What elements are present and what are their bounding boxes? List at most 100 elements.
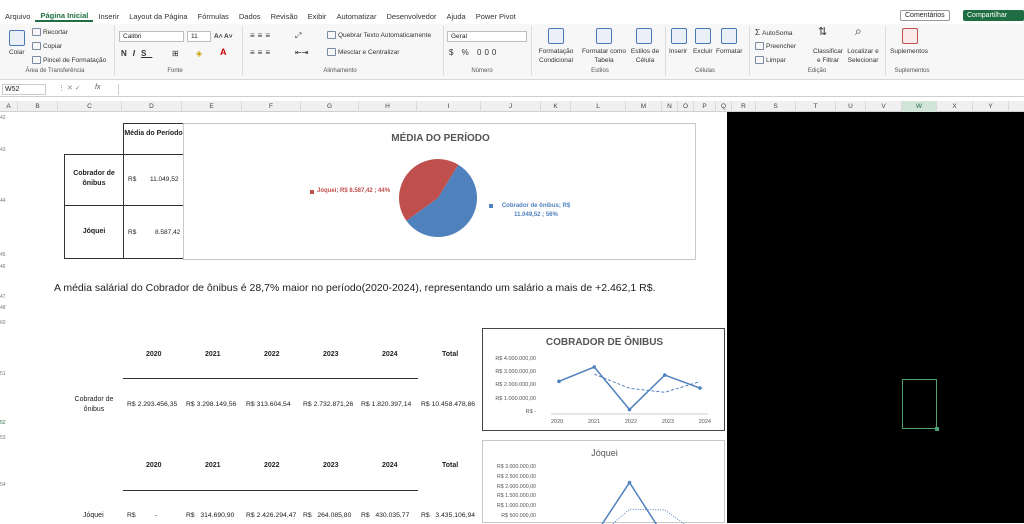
tab-layout[interactable]: Layout da Página bbox=[124, 12, 192, 21]
delete-cells-icon[interactable] bbox=[695, 28, 711, 44]
col-o[interactable]: O bbox=[678, 101, 694, 112]
format-cells-label[interactable]: Formatar bbox=[716, 47, 742, 56]
row-header[interactable]: 42 bbox=[0, 115, 9, 121]
pie-chart[interactable]: MÉDIA DO PERÍODO Jóquei; R$ 8.587,42 ; 4… bbox=[183, 123, 696, 260]
col-c[interactable]: C bbox=[58, 101, 122, 112]
format-cells-icon[interactable] bbox=[721, 28, 737, 44]
insert-cells-label[interactable]: Inserir bbox=[669, 47, 687, 56]
number-format-icons[interactable]: $ % 000 bbox=[449, 48, 499, 57]
col-m[interactable]: M bbox=[626, 101, 662, 112]
col-q[interactable]: Q bbox=[716, 101, 732, 112]
font-color-icon[interactable]: A bbox=[220, 48, 227, 57]
selected-cell-w52[interactable] bbox=[902, 379, 937, 429]
fill-button[interactable]: Preencher bbox=[755, 42, 796, 51]
addins-icon[interactable] bbox=[902, 28, 918, 44]
col-j[interactable]: J bbox=[481, 101, 541, 112]
font-name-select[interactable]: Calibri bbox=[119, 31, 184, 42]
formula-input[interactable] bbox=[118, 84, 1018, 95]
name-box[interactable]: W52 bbox=[2, 84, 46, 95]
col-v[interactable]: V bbox=[866, 101, 902, 112]
row-header[interactable]: 53 bbox=[0, 435, 9, 441]
tab-pagina-inicial[interactable]: Página Inicial bbox=[35, 11, 94, 22]
col-u[interactable]: U bbox=[836, 101, 866, 112]
number-format-select[interactable]: Geral bbox=[447, 31, 527, 42]
wrap-text-button[interactable]: Quebrar Texto Automaticamente bbox=[327, 31, 431, 40]
borders-icon[interactable]: ⊞ bbox=[172, 49, 179, 58]
line-chart-cobrador[interactable]: COBRADOR DE ÔNIBUS R$ 4.000.000,00 R$ 3.… bbox=[482, 328, 725, 431]
col-f[interactable]: F bbox=[242, 101, 301, 112]
col-e[interactable]: E bbox=[182, 101, 242, 112]
col-b[interactable]: B bbox=[18, 101, 58, 112]
row-header[interactable]: 48 bbox=[0, 305, 9, 311]
cancel-enter-icons[interactable]: ⋮ ✕ ✓ bbox=[58, 84, 81, 92]
row-header[interactable]: 46 bbox=[0, 264, 9, 270]
row-header[interactable]: 51 bbox=[0, 371, 9, 377]
paste-icon[interactable] bbox=[9, 30, 25, 46]
cell-styles-label[interactable]: Estilos de Célula bbox=[628, 47, 662, 65]
paste-label[interactable]: Colar bbox=[9, 48, 25, 57]
col-t[interactable]: T bbox=[796, 101, 836, 112]
col-p[interactable]: P bbox=[694, 101, 716, 112]
sort-filter-label[interactable]: Classificar e Filtrar bbox=[811, 47, 845, 65]
horizontal-align-icons[interactable]: ≡≡≡ bbox=[250, 48, 273, 57]
conditional-format-icon[interactable] bbox=[548, 28, 564, 44]
format-table-label[interactable]: Formatar como Tabela bbox=[580, 47, 628, 65]
find-select-icon[interactable]: ⌕ bbox=[855, 25, 862, 37]
row-header[interactable]: 47 bbox=[0, 294, 9, 300]
font-size-select[interactable]: 11 bbox=[187, 31, 211, 42]
line-chart-joquei[interactable]: Jóquei R$ 3.000.000,00 R$ 2.500.000,00 R… bbox=[482, 440, 725, 524]
col-i[interactable]: I bbox=[417, 101, 481, 112]
orientation-icon[interactable]: ⤢ bbox=[295, 31, 301, 40]
fill-handle[interactable] bbox=[935, 427, 939, 431]
tab-desenvolvedor[interactable]: Desenvolvedor bbox=[381, 12, 441, 21]
year-header: 2021 bbox=[205, 351, 221, 358]
vertical-align-icons[interactable]: ≡≡≡ bbox=[250, 31, 273, 40]
col-k[interactable]: K bbox=[541, 101, 571, 112]
tab-inserir[interactable]: Inserir bbox=[93, 12, 124, 21]
conditional-format-label[interactable]: Formatação Condicional bbox=[534, 47, 578, 65]
indent-icons[interactable]: ⇤⇥ bbox=[295, 48, 308, 57]
tab-exibir[interactable]: Exibir bbox=[303, 12, 332, 21]
col-h[interactable]: H bbox=[359, 101, 417, 112]
col-d[interactable]: D bbox=[122, 101, 182, 112]
format-painter-button[interactable]: Pincel de Formatação bbox=[32, 56, 106, 65]
col-g[interactable]: G bbox=[301, 101, 359, 112]
cut-button[interactable]: Recortar bbox=[32, 28, 68, 37]
merge-center-button[interactable]: Mesclar e Centralizar bbox=[327, 48, 399, 57]
autosum-button[interactable]: Σ AutoSoma bbox=[755, 28, 793, 38]
delete-cells-label[interactable]: Excluir bbox=[693, 47, 713, 56]
tab-automatizar[interactable]: Automatizar bbox=[331, 12, 381, 21]
sort-filter-icon[interactable]: ⇅ bbox=[818, 27, 827, 38]
col-y[interactable]: Y bbox=[973, 101, 1009, 112]
row-header[interactable]: 43 bbox=[0, 147, 9, 153]
row-header[interactable]: 44 bbox=[0, 198, 9, 204]
tab-power-pivot[interactable]: Power Pivot bbox=[471, 12, 521, 21]
tab-ajuda[interactable]: Ajuda bbox=[442, 12, 471, 21]
cell-styles-icon[interactable] bbox=[636, 28, 652, 44]
find-select-label[interactable]: Localizar e Selecionar bbox=[845, 47, 881, 65]
bold-italic-underline-buttons[interactable]: NIS bbox=[121, 49, 152, 58]
col-w[interactable]: W bbox=[902, 101, 937, 112]
col-x[interactable]: X bbox=[937, 101, 973, 112]
col-l[interactable]: L bbox=[571, 101, 626, 112]
copy-button[interactable]: Copiar bbox=[32, 42, 62, 51]
tab-dados[interactable]: Dados bbox=[234, 12, 266, 21]
fill-color-icon[interactable]: ◈ bbox=[196, 49, 202, 58]
font-grow-shrink-icon[interactable]: A˄ A˅ bbox=[214, 32, 233, 41]
row-header[interactable]: 60 bbox=[0, 320, 9, 326]
col-r[interactable]: R bbox=[732, 101, 756, 112]
row-header[interactable]: 52 bbox=[0, 420, 9, 426]
col-a[interactable]: A bbox=[0, 101, 18, 112]
insert-cells-icon[interactable] bbox=[671, 28, 687, 44]
format-table-icon[interactable] bbox=[596, 28, 612, 44]
tab-arquivo[interactable]: Arquivo bbox=[0, 12, 35, 21]
row-header[interactable]: 54 bbox=[0, 482, 9, 488]
clear-button[interactable]: Limpar bbox=[755, 56, 786, 65]
addins-label[interactable]: Suplementos bbox=[890, 47, 928, 56]
tab-revisao[interactable]: Revisão bbox=[266, 12, 303, 21]
fx-icon[interactable]: fx bbox=[95, 84, 100, 91]
tab-formulas[interactable]: Fórmulas bbox=[193, 12, 234, 21]
col-s[interactable]: S bbox=[756, 101, 796, 112]
col-n[interactable]: N bbox=[662, 101, 678, 112]
row-header[interactable]: 45 bbox=[0, 252, 9, 258]
